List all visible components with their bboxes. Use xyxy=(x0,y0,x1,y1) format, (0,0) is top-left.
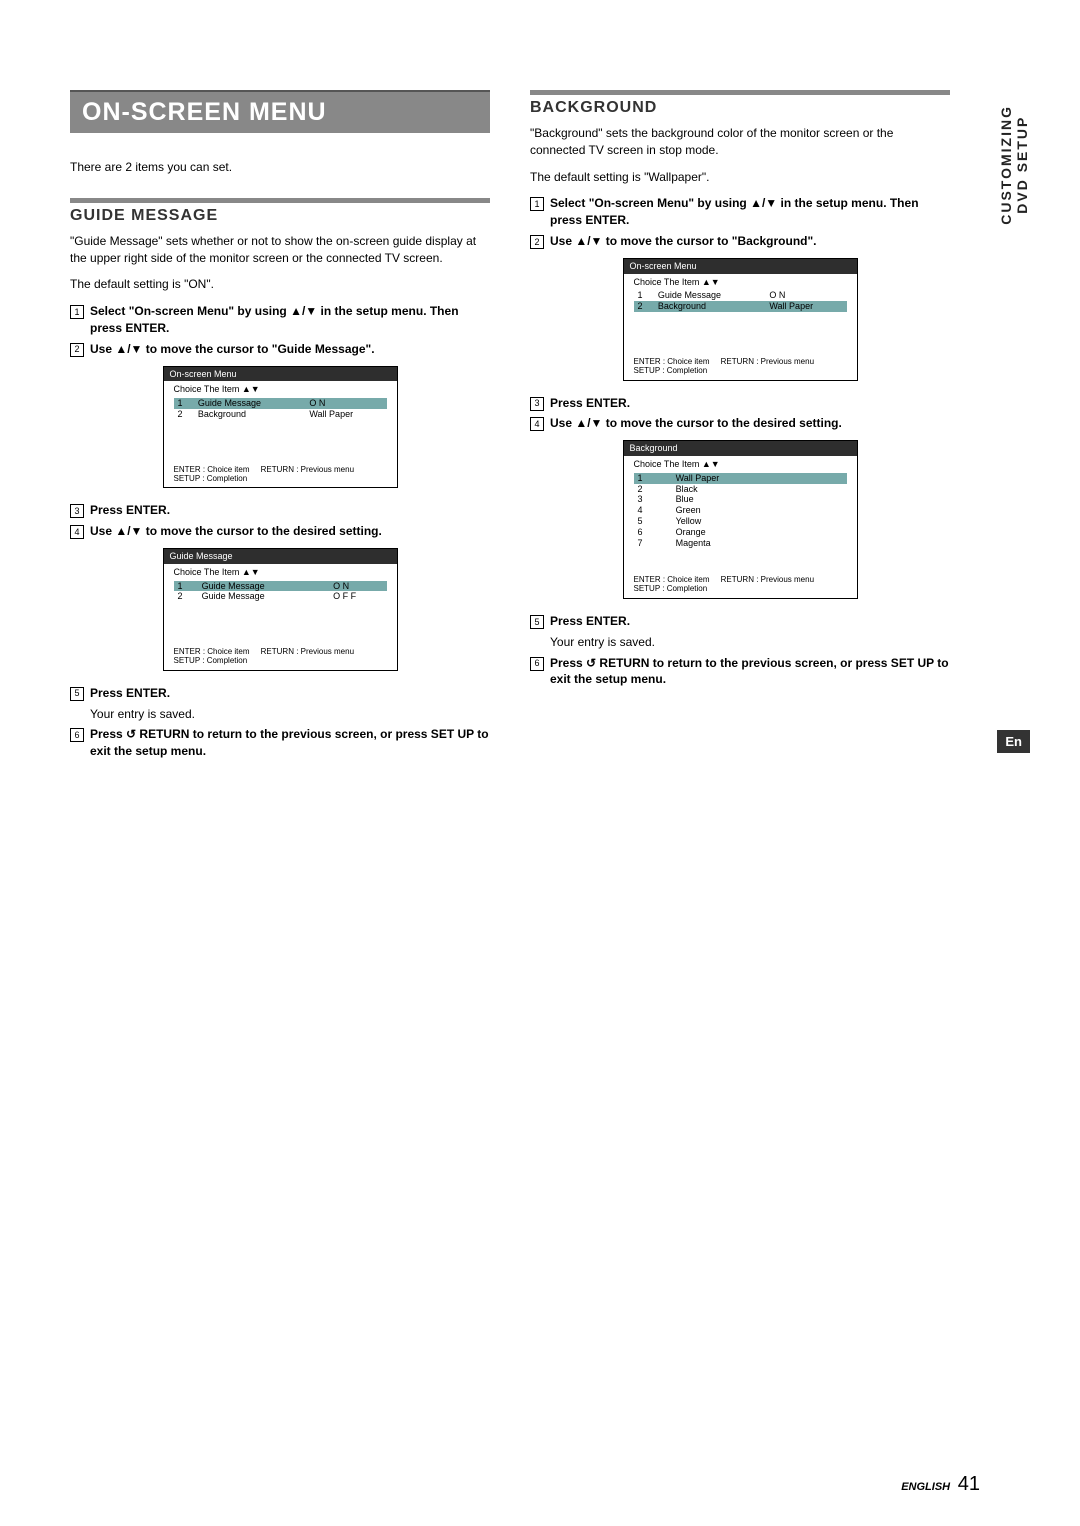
osd-choice-label: Choice The Item ▲▼ xyxy=(624,274,857,291)
step-5-note: Your entry is saved. xyxy=(550,634,950,651)
step-text: Select "On-screen Menu" by using ▲/▼ in … xyxy=(550,195,950,229)
footer-language: ENGLISH xyxy=(901,1481,950,1493)
step-number: 6 xyxy=(530,657,544,671)
step-6: 6 Press ↺ RETURN to return to the previo… xyxy=(70,726,490,760)
step-number: 4 xyxy=(70,525,84,539)
osd-menu-3: On-screen Menu Choice The Item ▲▼ 1Guide… xyxy=(623,258,858,381)
osd-footer: ENTER : Choice item RETURN : Previous me… xyxy=(624,356,857,380)
side-tab-line1: CUSTOMIZING xyxy=(998,105,1014,225)
osd-menu-2: Guide Message Choice The Item ▲▼ 1Guide … xyxy=(163,548,398,671)
step-text: Press ENTER. xyxy=(550,395,630,412)
step-2: 2 Use ▲/▼ to move the cursor to "Guide M… xyxy=(70,341,490,358)
osd-footer: ENTER : Choice item RETURN : Previous me… xyxy=(624,574,857,598)
guide-desc-2: The default setting is "ON". xyxy=(70,276,490,293)
step-5: 5 Press ENTER. xyxy=(70,685,490,702)
osd-row: 2BackgroundWall Paper xyxy=(174,409,387,420)
intro-text: There are 2 items you can set. xyxy=(70,159,490,176)
osd-menu-4: Background Choice The Item ▲▼ 1Wall Pape… xyxy=(623,440,858,599)
step-number: 3 xyxy=(70,504,84,518)
osd-title: On-screen Menu xyxy=(624,259,857,274)
step-text: Press ENTER. xyxy=(550,613,630,630)
osd-choice-label: Choice The Item ▲▼ xyxy=(164,381,397,398)
step-4: 4 Use ▲/▼ to move the cursor to the desi… xyxy=(70,523,490,540)
osd-menu-1: On-screen Menu Choice The Item ▲▼ 1Guide… xyxy=(163,366,398,489)
osd-title: On-screen Menu xyxy=(164,367,397,382)
step-1: 1 Select "On-screen Menu" by using ▲/▼ i… xyxy=(70,303,490,337)
osd-row: 1Guide MessageO N xyxy=(634,290,847,301)
osd-row: 6Orange xyxy=(634,527,847,538)
osd-row: 2Black xyxy=(634,484,847,495)
right-column: BACKGROUND "Background" sets the backgro… xyxy=(530,90,950,764)
step-2: 2 Use ▲/▼ to move the cursor to "Backgro… xyxy=(530,233,950,250)
step-5: 5 Press ENTER. xyxy=(530,613,950,630)
step-number: 2 xyxy=(530,235,544,249)
section-background: BACKGROUND xyxy=(530,90,950,117)
step-text: Your entry is saved. xyxy=(550,634,655,651)
section-guide-message: GUIDE MESSAGE xyxy=(70,198,490,225)
osd-footer: ENTER : Choice item RETURN : Previous me… xyxy=(164,464,397,488)
step-text: Use ▲/▼ to move the cursor to the desire… xyxy=(90,523,382,540)
left-column: ON-SCREEN MENU There are 2 items you can… xyxy=(70,90,490,764)
osd-row: 1Guide MessageO N xyxy=(174,581,387,592)
osd-row: 7Magenta xyxy=(634,538,847,549)
step-text: Use ▲/▼ to move the cursor to the desire… xyxy=(550,415,842,432)
step-text: Press ↺ RETURN to return to the previous… xyxy=(90,726,490,760)
osd-row: 2BackgroundWall Paper xyxy=(634,301,847,312)
step-text: Use ▲/▼ to move the cursor to "Backgroun… xyxy=(550,233,817,250)
step-number: 5 xyxy=(70,687,84,701)
bg-desc-2: The default setting is "Wallpaper". xyxy=(530,169,950,186)
osd-row: 1Guide MessageO N xyxy=(174,398,387,409)
step-number: 6 xyxy=(70,728,84,742)
step-3: 3 Press ENTER. xyxy=(530,395,950,412)
step-number: 1 xyxy=(70,305,84,319)
step-number: 3 xyxy=(530,397,544,411)
side-tab-line2: DVD SETUP xyxy=(1014,116,1030,214)
step-number: 5 xyxy=(530,615,544,629)
osd-row: 1Wall Paper xyxy=(634,473,847,484)
footer-page-number: 41 xyxy=(958,1473,980,1495)
osd-choice-label: Choice The Item ▲▼ xyxy=(164,564,397,581)
step-text: Press ENTER. xyxy=(90,685,170,702)
osd-row: 3Blue xyxy=(634,494,847,505)
main-title: ON-SCREEN MENU xyxy=(70,90,490,133)
step-number: 4 xyxy=(530,417,544,431)
step-1: 1 Select "On-screen Menu" by using ▲/▼ i… xyxy=(530,195,950,229)
side-tab: CUSTOMIZING DVD SETUP xyxy=(998,105,1030,225)
guide-desc-1: "Guide Message" sets whether or not to s… xyxy=(70,233,490,267)
step-text: Select "On-screen Menu" by using ▲/▼ in … xyxy=(90,303,490,337)
step-number: 1 xyxy=(530,197,544,211)
osd-row: 2Guide MessageO F F xyxy=(174,591,387,602)
osd-footer: ENTER : Choice item RETURN : Previous me… xyxy=(164,646,397,670)
osd-row: 4Green xyxy=(634,505,847,516)
step-3: 3 Press ENTER. xyxy=(70,502,490,519)
osd-row: 5Yellow xyxy=(634,516,847,527)
step-text: Press ↺ RETURN to return to the previous… xyxy=(550,655,950,689)
step-number: 2 xyxy=(70,343,84,357)
osd-title: Guide Message xyxy=(164,549,397,564)
page-footer: ENGLISH 41 xyxy=(901,1473,980,1496)
bg-desc-1: "Background" sets the background color o… xyxy=(530,125,950,159)
step-text: Use ▲/▼ to move the cursor to "Guide Mes… xyxy=(90,341,375,358)
step-6: 6 Press ↺ RETURN to return to the previo… xyxy=(530,655,950,689)
step-5-note: Your entry is saved. xyxy=(90,706,490,723)
step-text: Press ENTER. xyxy=(90,502,170,519)
step-text: Your entry is saved. xyxy=(90,706,195,723)
step-4: 4 Use ▲/▼ to move the cursor to the desi… xyxy=(530,415,950,432)
osd-choice-label: Choice The Item ▲▼ xyxy=(624,456,857,473)
osd-title: Background xyxy=(624,441,857,456)
language-badge: En xyxy=(997,730,1030,753)
